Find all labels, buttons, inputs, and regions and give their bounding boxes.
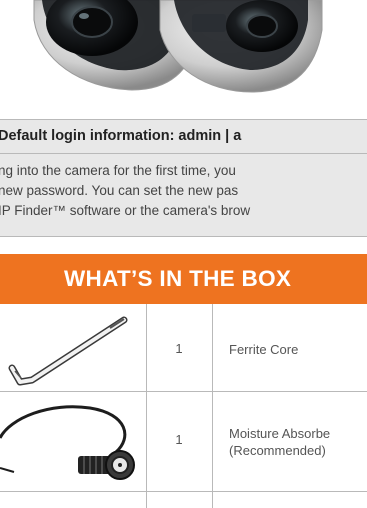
box-contents-table: 1 Ferrite Core 1 Moisture Absorbe (Recom… [0,304,367,508]
notice-text-line: new password. You can set the new pas [0,183,239,198]
table-column-divider [212,304,213,508]
notice-divider [0,236,367,237]
login-info-notice: Default login information: admin | a ng … [0,119,367,237]
section-title: WHAT’S IN THE BOX [64,266,292,291]
camera-product-image [0,0,367,95]
notice-text-line: IP Finder™ software or the camera's brow [0,203,251,218]
item-description: Moisture Absorbe [229,426,331,441]
dome-camera-icon [33,0,323,93]
allen-wrench-icon [6,310,132,393]
notice-title: Default login information: admin | a [0,128,242,144]
item-quantity: 1 [175,432,183,447]
notice-text-line: ng into the camera for the first time, y… [0,163,236,178]
notice-divider [0,153,367,154]
table-column-divider [146,304,147,508]
item-description: Ferrite Core [229,342,299,357]
whats-in-the-box-header: WHAT’S IN THE BOX [0,254,367,304]
item-quantity: 1 [175,341,183,356]
item-description: (Recommended) [229,443,326,458]
cable-connector-icon [0,398,140,493]
